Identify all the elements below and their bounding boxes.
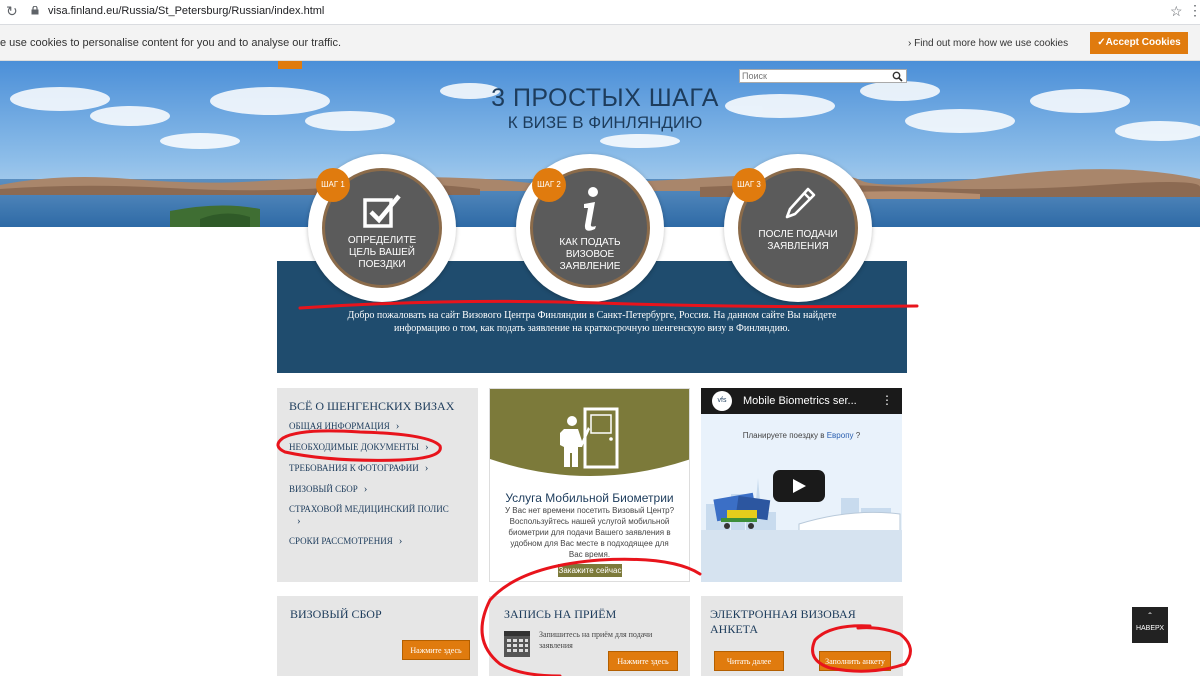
back-to-top-button[interactable]: ˆ НАВЕРХ [1132, 607, 1168, 643]
link-required-documents[interactable]: НЕОБХОДИМЫЕ ДОКУМЕНТЫ › [289, 441, 429, 453]
search-input[interactable] [742, 70, 882, 82]
link-visa-fee[interactable]: ВИЗОВЫЙ СБОР › [289, 483, 367, 495]
biometrics-title: Услуга Мобильной Биометрии [505, 491, 674, 505]
chevron-right-icon: › [424, 462, 429, 474]
video-menu-icon[interactable]: ⋮ [881, 393, 893, 407]
back-to-top-label: НАВЕРХ [1135, 625, 1165, 632]
eform-panel: ЭЛЕКТРОННАЯ ВИЗОВАЯ АНКЕТА Читать далее … [701, 596, 903, 676]
link-photo-requirements[interactable]: ТРЕБОВАНИЯ К ФОТОГРАФИИ › [289, 462, 428, 474]
play-icon [793, 479, 806, 493]
video-caption-suffix: ? [853, 431, 861, 440]
link-processing-time[interactable]: СРОКИ РАССМОТРЕНИЯ › [289, 535, 402, 547]
visa-fee-panel: ВИЗОВЫЙ СБОР Нажмите здесь [277, 596, 478, 676]
browser-address-bar: ↻ visa.finland.eu/Russia/St_Petersburg/R… [0, 0, 1200, 25]
video-caption: Планируете поездку в Европу ? [701, 431, 902, 440]
appointment-button[interactable]: Нажмите здесь [608, 651, 678, 671]
schengen-panel-title: ВСЁ О ШЕНГЕНСКИХ ВИЗАХ [289, 399, 455, 413]
vfs-logo: vfs [712, 391, 732, 411]
chevron-right-icon: › [424, 441, 429, 453]
visa-fee-title: ВИЗОВЫЙ СБОР [290, 607, 382, 621]
step-2-label: КАК ПОДАТЬ ВИЗОВОЕ ЗАЯВЛЕНИЕ [559, 237, 621, 272]
video-player[interactable]: vfs Mobile Biometrics ser... ⋮ Планирует… [701, 388, 902, 582]
cookie-info-link[interactable]: › Find out more how we use cookies [908, 38, 1068, 49]
check-icon: ✓ [1097, 37, 1106, 48]
video-caption-prefix: Планируете поездку в [742, 431, 827, 440]
info-icon [584, 187, 598, 231]
chevron-up-icon: ˆ [1148, 612, 1152, 623]
video-title[interactable]: Mobile Biometrics ser... [743, 395, 857, 407]
chevron-right-icon: › [395, 420, 400, 432]
step-1-badge: ШАГ 1 [316, 168, 350, 202]
step-1-label: ОПРЕДЕЛИТЕ ЦЕЛЬ ВАШЕЙ ПОЕЗДКИ [347, 235, 417, 270]
browser-menu-icon[interactable]: ⋮ [1188, 2, 1200, 19]
link-photo-requirements-label: ТРЕБОВАНИЯ К ФОТОГРАФИИ [289, 463, 419, 473]
url-text[interactable]: visa.finland.eu/Russia/St_Petersburg/Rus… [48, 5, 324, 17]
visa-fee-button[interactable]: Нажмите здесь [402, 640, 470, 660]
link-processing-time-label: СРОКИ РАССМОТРЕНИЯ [289, 536, 393, 546]
biometrics-description: У Вас нет времени посетить Визовый Центр… [504, 506, 675, 559]
hero-title: 3 ПРОСТЫХ ШАГА [491, 84, 719, 112]
link-visa-fee-label: ВИЗОВЫЙ СБОР [289, 484, 358, 494]
fill-form-button[interactable]: Заполнить анкету [819, 651, 891, 671]
accept-cookies-label: Accept Cookies [1105, 37, 1181, 48]
link-general-info[interactable]: ОБЩАЯ ИНФОРМАЦИЯ › [289, 420, 399, 432]
nav-accent-tab [278, 61, 302, 69]
chevron-right-icon: › [398, 535, 403, 547]
step-2-badge: ШАГ 2 [532, 168, 566, 202]
appointment-panel: ЗАПИСЬ НА ПРИЁМ Запишитесь на приём для … [489, 596, 690, 676]
appointment-title: ЗАПИСЬ НА ПРИЁМ [504, 607, 617, 621]
link-insurance[interactable]: СТРАХОВОЙ МЕДИЦИНСКИЙ ПОЛИС › [289, 503, 449, 527]
step-3-label: ПОСЛЕ ПОДАЧИ ЗАЯВЛЕНИЯ [758, 229, 838, 252]
appointment-text: Запишитесь на приём для подачи заявления [539, 630, 653, 650]
video-caption-highlight: Европу [826, 431, 854, 440]
eform-title: ЭЛЕКТРОННАЯ ВИЗОВАЯ АНКЕТА [710, 607, 856, 636]
cookie-info-label: Find out more how we use cookies [914, 38, 1069, 49]
link-general-info-label: ОБЩАЯ ИНФОРМАЦИЯ [289, 421, 390, 431]
order-now-button[interactable]: Закажите сейчас [558, 564, 622, 577]
link-required-documents-label: НЕОБХОДИМЫЕ ДОКУМЕНТЫ [289, 442, 419, 452]
video-title-bar: vfs Mobile Biometrics ser... ⋮ [701, 388, 902, 414]
video-thumbnail-scene [701, 438, 902, 582]
read-more-button[interactable]: Читать далее [714, 651, 784, 671]
schengen-info-panel: ВСЁ О ШЕНГЕНСКИХ ВИЗАХ ОБЩАЯ ИНФОРМАЦИЯ ›… [277, 388, 478, 582]
welcome-text: Добро пожаловать на сайт Визового Центра… [327, 309, 857, 335]
chevron-right-icon: › [297, 515, 301, 527]
bookmark-star-icon[interactable]: ☆ [1170, 3, 1183, 20]
hero-subtitle: К ВИЗЕ В ФИНЛЯНДИЮ [507, 113, 703, 132]
step-3-badge: ШАГ 3 [732, 168, 766, 202]
courier-door-illustration [490, 389, 689, 476]
mobile-biometrics-panel: Услуга Мобильной Биометрии У Вас нет вре… [489, 388, 690, 582]
accept-cookies-button[interactable]: ✓Accept Cookies [1090, 32, 1188, 54]
welcome-line-2: информацию о том, как подать заявление н… [394, 323, 790, 334]
cookie-message: e use cookies to personalise content for… [0, 37, 341, 49]
search-icon[interactable] [892, 71, 903, 82]
play-button[interactable] [773, 470, 825, 502]
link-insurance-label: СТРАХОВОЙ МЕДИЦИНСКИЙ ПОЛИС [289, 504, 449, 514]
pencil-icon [785, 187, 816, 219]
chevron-right-icon: › [363, 483, 368, 495]
cookie-bar: e use cookies to personalise content for… [0, 25, 1200, 61]
search-box [739, 69, 907, 83]
lock-icon [31, 6, 39, 15]
calendar-icon [504, 631, 530, 657]
reload-icon[interactable]: ↻ [6, 3, 18, 20]
checkbox-icon [363, 194, 401, 228]
welcome-line-1: Добро пожаловать на сайт Визового Центра… [347, 310, 837, 321]
